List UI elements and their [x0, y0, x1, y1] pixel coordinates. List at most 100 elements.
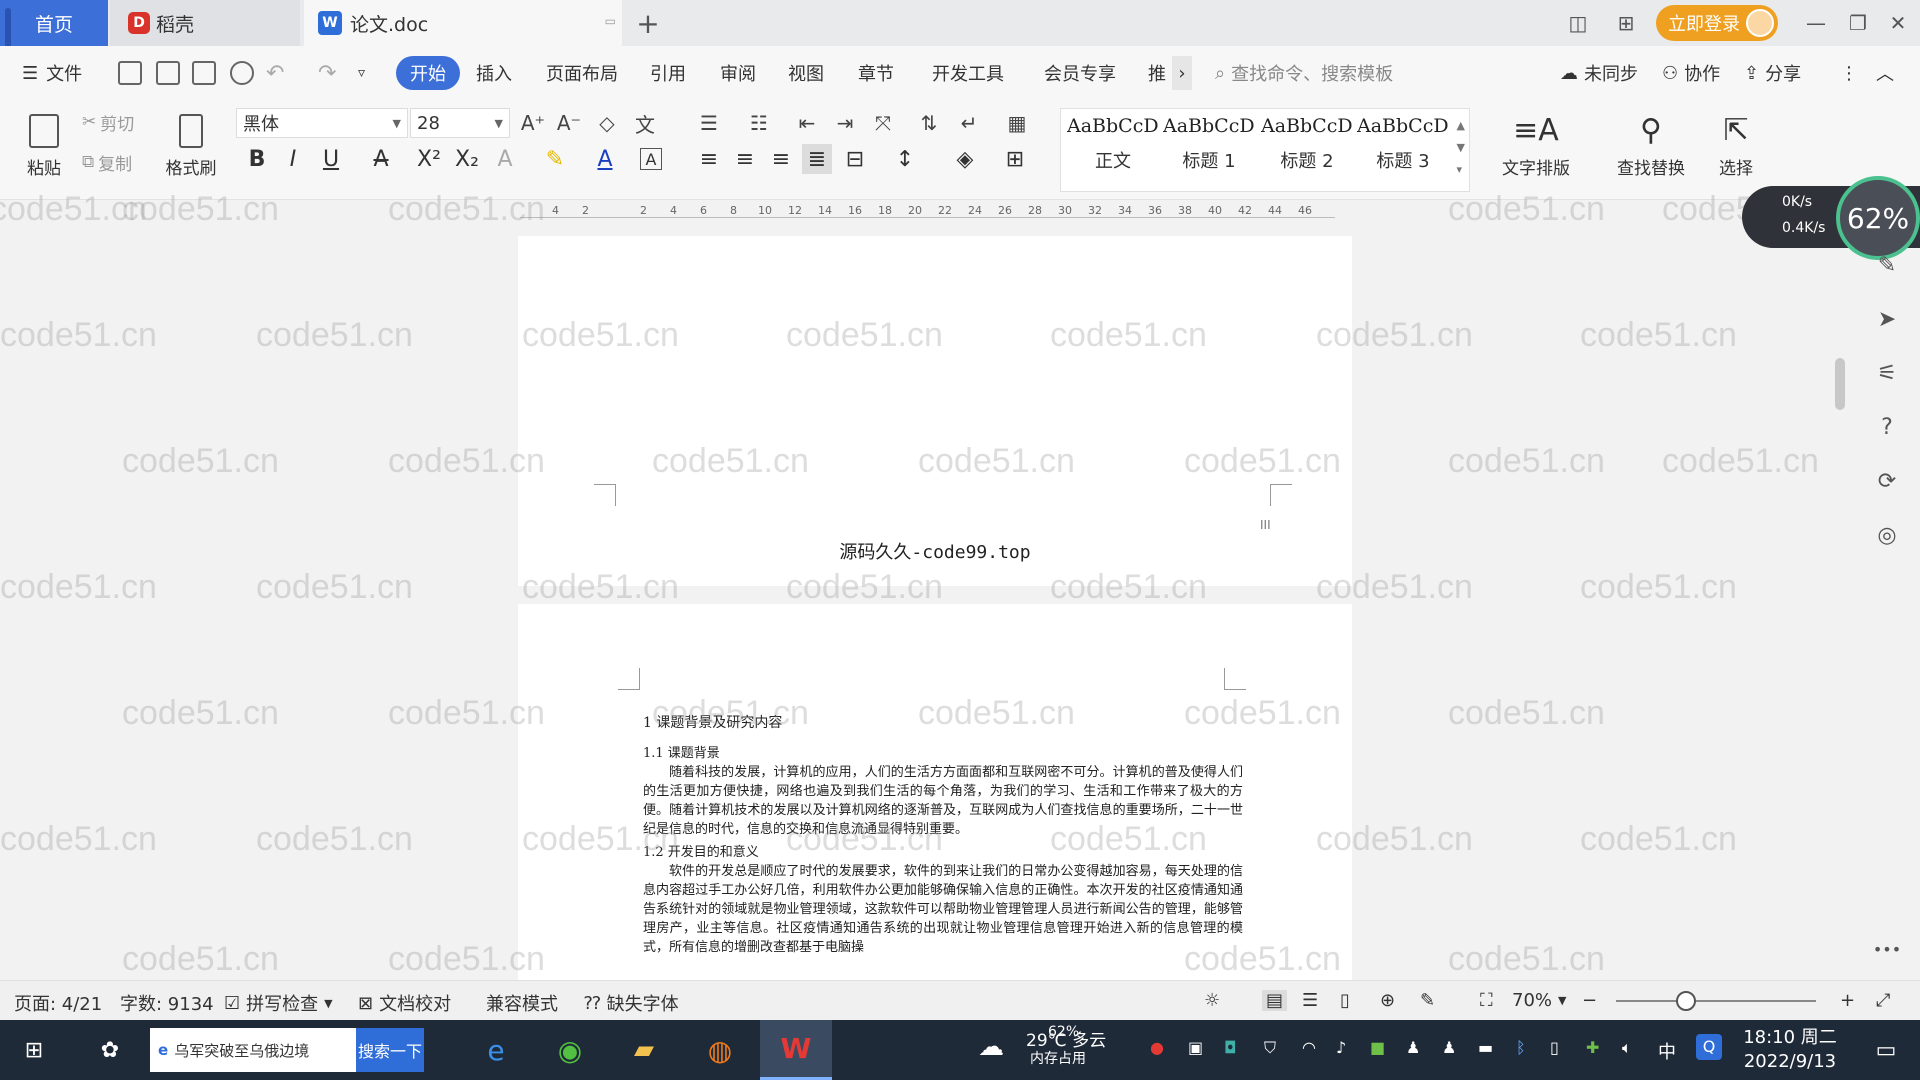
tab-window-icon[interactable]: ▭	[605, 14, 616, 28]
table-tools-icon[interactable]: ▦	[1002, 108, 1032, 138]
ime-indicator[interactable]: 中	[1658, 1038, 1676, 1064]
justify-icon[interactable]: ≣	[802, 144, 832, 174]
print-icon[interactable]	[192, 61, 216, 85]
minimize-icon[interactable]: —	[1794, 0, 1838, 46]
page-view-icon[interactable]: ▤	[1262, 990, 1288, 1011]
tab-references[interactable]: 引用	[650, 56, 686, 90]
battery-icon[interactable]: ▬	[1478, 1038, 1493, 1057]
adjust-sliders-icon[interactable]: ⚟	[1872, 358, 1902, 388]
more-icon[interactable]: •••	[1872, 934, 1902, 964]
bullet-list-icon[interactable]: ☰	[694, 108, 724, 138]
qq-icon[interactable]: ♟	[1442, 1038, 1456, 1057]
shading-icon[interactable]: ◈	[950, 144, 980, 174]
tab-insert[interactable]: 插入	[476, 56, 512, 90]
web-view-icon[interactable]: ⊕	[1380, 990, 1395, 1011]
write-view-icon[interactable]: ✎	[1420, 990, 1435, 1011]
taskbar-search-button[interactable]: 搜索一下	[356, 1028, 424, 1072]
file-menu[interactable]: ☰ 文件	[22, 56, 82, 90]
proofread-button[interactable]: ⊠ 文档校对	[358, 990, 451, 1016]
apps-grid-icon[interactable]: ⊞	[1604, 0, 1648, 46]
font-size-select[interactable]: 28 ▼	[410, 108, 510, 138]
notification-bell-icon[interactable]: ♪	[1336, 1038, 1346, 1057]
collaborate-button[interactable]: ⚇ 协作	[1662, 56, 1720, 90]
document-page-current[interactable]: 1 课题背景及研究内容 1.1 课题背景 随着科技的发展，计算机的应用，人们的生…	[518, 604, 1352, 984]
align-center-icon[interactable]: ≡	[730, 144, 760, 174]
backup-icon[interactable]: ⟳	[1872, 466, 1902, 496]
underline-icon[interactable]: U	[316, 144, 346, 174]
more-tabs-button[interactable]: ›	[1172, 56, 1192, 90]
tab-daoke[interactable]: D 稻壳	[110, 0, 300, 46]
volume-icon[interactable]: 🔈︎	[1622, 1038, 1632, 1058]
find-replace-button[interactable]: ⚲ 查找替换	[1604, 106, 1698, 186]
weather-cloud-icon[interactable]: ☁	[978, 1032, 1004, 1062]
tab-document[interactable]: W 论文.doc ▭	[304, 0, 622, 46]
compass-icon[interactable]: ◎	[1872, 520, 1902, 550]
word-count[interactable]: 字数: 9134	[120, 990, 214, 1016]
network-speed-widget[interactable]: 0K/s 0.4K/s 62%	[1742, 176, 1920, 260]
action-center-icon[interactable]: ▭	[1866, 1030, 1906, 1070]
edit-pen-icon[interactable]: ✎	[1872, 250, 1902, 280]
print-preview-icon[interactable]	[230, 61, 254, 85]
borders-icon[interactable]: ⊞	[1000, 144, 1030, 174]
style-heading-3[interactable]: AaBbCcDd 标题 3	[1355, 115, 1451, 187]
document-page-previous[interactable]: III 源码久久-code99.top	[518, 236, 1352, 586]
eye-protection-icon[interactable]: ☼	[1204, 990, 1220, 1011]
format-painter-button[interactable]: 格式刷	[160, 106, 222, 186]
login-button[interactable]: 立即登录	[1656, 5, 1778, 41]
save-icon[interactable]	[118, 61, 142, 85]
tab-page-layout[interactable]: 页面布局	[546, 56, 618, 90]
bold-icon[interactable]: B	[242, 144, 272, 174]
shrink-font-icon[interactable]: A⁻	[554, 108, 584, 138]
search-tray-icon[interactable]: Q	[1696, 1034, 1722, 1060]
zoom-select[interactable]: 70% ▼	[1512, 990, 1566, 1011]
wifi-icon[interactable]: ◠	[1302, 1038, 1316, 1057]
paste-button[interactable]: 粘贴	[16, 106, 72, 186]
internet-explorer-icon[interactable]: e	[476, 1030, 516, 1070]
highlight-icon[interactable]: ✎	[540, 144, 570, 174]
cut-button[interactable]: ✂ 剪切	[82, 108, 134, 136]
superscript-icon[interactable]: X²	[414, 144, 444, 174]
chinese-layout-icon[interactable]: ⤧	[868, 108, 898, 138]
document-body[interactable]: 1 课题背景及研究内容 1.1 课题背景 随着科技的发展，计算机的应用，人们的生…	[643, 712, 1243, 960]
collapse-ribbon-icon[interactable]: ︿	[1876, 56, 1894, 90]
tab-home-ribbon[interactable]: 开始	[396, 56, 460, 90]
char-border-icon[interactable]: A	[640, 148, 662, 170]
taskbar-clock[interactable]: 18:10 周二 2022/9/13	[1740, 1026, 1840, 1074]
export-pdf-icon[interactable]	[156, 61, 180, 85]
security-shield-icon[interactable]: ⛉	[1264, 1038, 1276, 1058]
nvidia-icon[interactable]: ■	[1370, 1038, 1385, 1057]
copy-button[interactable]: ⧉ 复制	[82, 148, 132, 176]
outline-view-icon[interactable]: ☰	[1302, 990, 1318, 1011]
undo-icon[interactable]: ↶	[266, 56, 284, 90]
distribute-icon[interactable]: ⊟	[840, 144, 870, 174]
tab-developer[interactable]: 开发工具	[932, 56, 1004, 90]
pinyin-guide-icon[interactable]: 文	[630, 108, 660, 138]
sort-icon[interactable]: ⇅	[914, 108, 944, 138]
browser-360-icon[interactable]: ◉	[550, 1030, 590, 1070]
numbered-list-icon[interactable]: ☷	[744, 108, 774, 138]
select-cursor-icon[interactable]: ➤	[1872, 304, 1902, 334]
style-normal[interactable]: AaBbCcDd 正文	[1065, 115, 1161, 187]
sync-status[interactable]: ☁ 未同步	[1560, 56, 1638, 90]
help-icon[interactable]: ?	[1872, 412, 1902, 442]
bluetooth-icon[interactable]: ᛒ	[1516, 1038, 1526, 1057]
zoom-in-icon[interactable]: +	[1840, 990, 1855, 1011]
reading-view-icon[interactable]: ▯	[1340, 990, 1350, 1011]
tab-home[interactable]: 首页	[0, 0, 108, 94]
page-indicator[interactable]: 页面: 4/21	[14, 990, 102, 1016]
align-left-icon[interactable]: ≡	[694, 144, 724, 174]
show-marks-icon[interactable]: ↵	[954, 108, 984, 138]
usb-icon[interactable]: ▯	[1550, 1038, 1559, 1057]
tab-view[interactable]: 视图	[788, 56, 824, 90]
tray-app-icon[interactable]: ●	[1150, 1038, 1164, 1057]
wps-taskbar-icon[interactable]: W	[760, 1020, 832, 1080]
windows-start-icon[interactable]: ⊞	[14, 1030, 54, 1070]
zoom-out-icon[interactable]: −	[1582, 990, 1597, 1011]
gallery-scroll-icon[interactable]: ▲ ▼ ▾	[1457, 115, 1465, 181]
file-explorer-icon[interactable]: ▰	[624, 1030, 664, 1070]
missing-font-button[interactable]: ⁇ 缺失字体	[584, 990, 679, 1016]
italic-icon[interactable]: I	[278, 144, 308, 174]
font-color-icon[interactable]: A	[590, 144, 620, 174]
vertical-scrollbar[interactable]	[1834, 236, 1846, 976]
restore-icon[interactable]: ❐	[1836, 0, 1880, 46]
